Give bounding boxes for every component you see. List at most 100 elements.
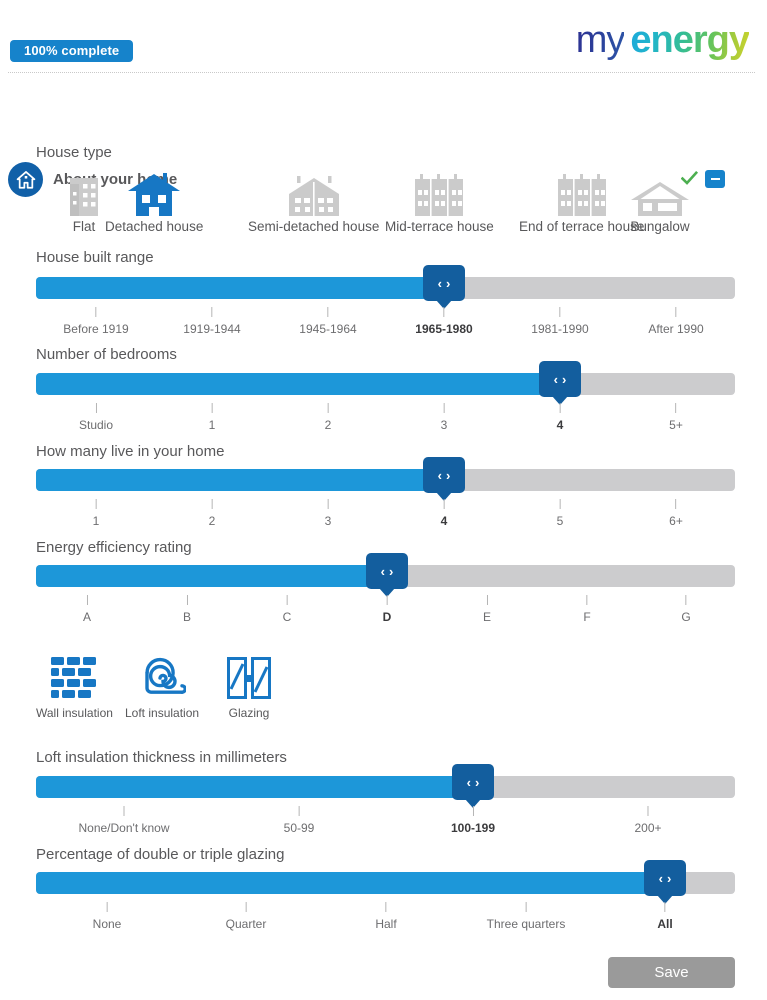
chevron-right-icon[interactable]: › [389, 565, 393, 578]
tick-mark [559, 499, 561, 509]
slider-tick[interactable]: 5+ [669, 403, 683, 432]
slider-track[interactable]: ‹ › [36, 361, 735, 397]
slider-tick[interactable]: Quarter [226, 902, 266, 931]
logo-word-my: my [575, 19, 626, 61]
slider-handle[interactable]: ‹ › [452, 764, 494, 800]
tick-label: 3 [440, 418, 448, 432]
bungalow-icon [629, 170, 691, 216]
slider-tick[interactable]: 1919-1944 [183, 307, 241, 336]
slider-tick[interactable]: 3 [325, 499, 331, 528]
slider-tick[interactable]: None/Don't know [78, 806, 170, 835]
tick-mark [95, 499, 97, 509]
tick-label: 1919-1944 [183, 322, 241, 336]
chevron-left-icon[interactable]: ‹ [467, 776, 471, 789]
window-glazing-icon [226, 655, 272, 701]
slider-track[interactable]: ‹ › [36, 457, 735, 493]
chevron-left-icon[interactable]: ‹ [381, 565, 385, 578]
tick-label: A [82, 610, 92, 624]
slider-handle[interactable]: ‹ › [644, 860, 686, 896]
house-type-option-detached-house[interactable]: Detached house [105, 170, 203, 234]
slider-tick[interactable]: G [681, 595, 691, 624]
chevron-right-icon[interactable]: › [446, 277, 450, 290]
tick-label: 1 [92, 514, 100, 528]
tick-label: None/Don't know [78, 821, 170, 835]
slider-tick[interactable]: F [583, 595, 591, 624]
slider-tick[interactable]: Half [375, 902, 397, 931]
slider-tick[interactable]: 5 [556, 499, 564, 528]
slider-tick[interactable]: 6+ [669, 499, 683, 528]
tick-label: 2 [208, 514, 216, 528]
house-type-option-semi-detached-house[interactable]: Semi-detached house [248, 170, 379, 234]
slider-tick[interactable]: E [483, 595, 491, 624]
slider-tick-selected[interactable]: 4 [557, 403, 563, 432]
slider-tick[interactable]: 1 [92, 499, 100, 528]
slider-tick[interactable]: 2 [208, 499, 216, 528]
feature-glazing[interactable]: Glazing [226, 655, 272, 720]
house-type-option-label: End of terrace house [519, 219, 645, 234]
slider-tick[interactable]: Studio [79, 403, 113, 432]
slider-tick[interactable]: 1981-1990 [531, 307, 589, 336]
tick-mark [385, 902, 387, 912]
tick-label: 1 [208, 418, 216, 432]
chevron-right-icon[interactable]: › [446, 469, 450, 482]
slider-handle[interactable]: ‹ › [423, 265, 465, 301]
slider-tick[interactable]: Three quarters [487, 902, 565, 931]
tick-label: 6+ [669, 514, 683, 528]
house-type-option-bungalow[interactable]: Bungalow [629, 170, 691, 234]
slider-track[interactable]: ‹ › [36, 860, 735, 896]
slider-tick[interactable]: 2 [325, 403, 331, 432]
slider-handle[interactable]: ‹ › [539, 361, 581, 397]
tick-mark [106, 902, 108, 912]
slider-tick[interactable]: 3 [440, 403, 448, 432]
slider-track[interactable]: ‹ › [36, 764, 735, 800]
chevron-left-icon[interactable]: ‹ [438, 277, 442, 290]
slider-tick[interactable]: B [183, 595, 191, 624]
slider-tick[interactable]: A [83, 595, 91, 624]
slider-tick-selected[interactable]: 4 [441, 499, 447, 528]
save-button[interactable]: Save [608, 957, 735, 988]
slider-tick[interactable]: After 1990 [648, 307, 704, 336]
slider-tick-selected[interactable]: 1965-1980 [415, 307, 473, 336]
tick-mark [327, 307, 329, 317]
tick-mark [675, 499, 677, 509]
slider-tick[interactable]: 50-99 [284, 806, 314, 835]
feature-wall-insulation[interactable]: Wall insulation [36, 655, 113, 720]
tick-mark [245, 902, 247, 912]
feature-loft-insulation[interactable]: Loft insulation [125, 655, 199, 720]
chevron-left-icon[interactable]: ‹ [554, 373, 558, 386]
slider-tick-selected[interactable]: D [383, 595, 391, 624]
tick-mark [443, 403, 445, 413]
slider-tick-selected[interactable]: 100-199 [451, 806, 495, 835]
slider-tick[interactable]: Before 1919 [63, 307, 129, 336]
loft-insulation-thickness-label: Loft insulation thickness in millimeters [36, 749, 287, 766]
slider-tick[interactable]: 1 [208, 403, 216, 432]
house-type-option-label: Bungalow [630, 219, 690, 234]
slider-tick[interactable]: 1945-1964 [299, 307, 357, 336]
house-type-option-label: Semi-detached house [248, 219, 380, 234]
energy-efficiency-rating-label: Energy efficiency rating [36, 539, 192, 556]
house-type-option-end-of-terrace-house[interactable]: End of terrace house [519, 170, 644, 234]
slider-track[interactable]: ‹ › [36, 265, 735, 301]
chevron-left-icon[interactable]: ‹ [438, 469, 442, 482]
slider-handle[interactable]: ‹ › [366, 553, 408, 589]
slider-tick[interactable]: C [283, 595, 291, 624]
house-type-option-flat[interactable]: Flat [64, 170, 104, 234]
slider-track[interactable]: ‹ › [36, 553, 735, 589]
tick-label: 5 [556, 514, 564, 528]
chevron-right-icon[interactable]: › [562, 373, 566, 386]
chevron-right-icon[interactable]: › [667, 872, 671, 885]
chevron-left-icon[interactable]: ‹ [659, 872, 663, 885]
feature-label: Glazing [228, 706, 270, 720]
slider-ticks: A B C D E F G [36, 595, 735, 629]
house-type-option-label: Detached house [105, 219, 204, 234]
slider-tick-selected[interactable]: All [657, 902, 673, 931]
slider-track-fill [36, 469, 444, 491]
tick-label: 200+ [634, 821, 662, 835]
slider-tick[interactable]: 200+ [634, 806, 662, 835]
slider-tick[interactable]: None [93, 902, 121, 931]
slider-handle[interactable]: ‹ › [423, 457, 465, 493]
chevron-right-icon[interactable]: › [475, 776, 479, 789]
house-type-option-mid-terrace-house[interactable]: Mid-terrace house [385, 170, 494, 234]
tick-mark [298, 806, 300, 816]
tick-mark [525, 902, 527, 912]
